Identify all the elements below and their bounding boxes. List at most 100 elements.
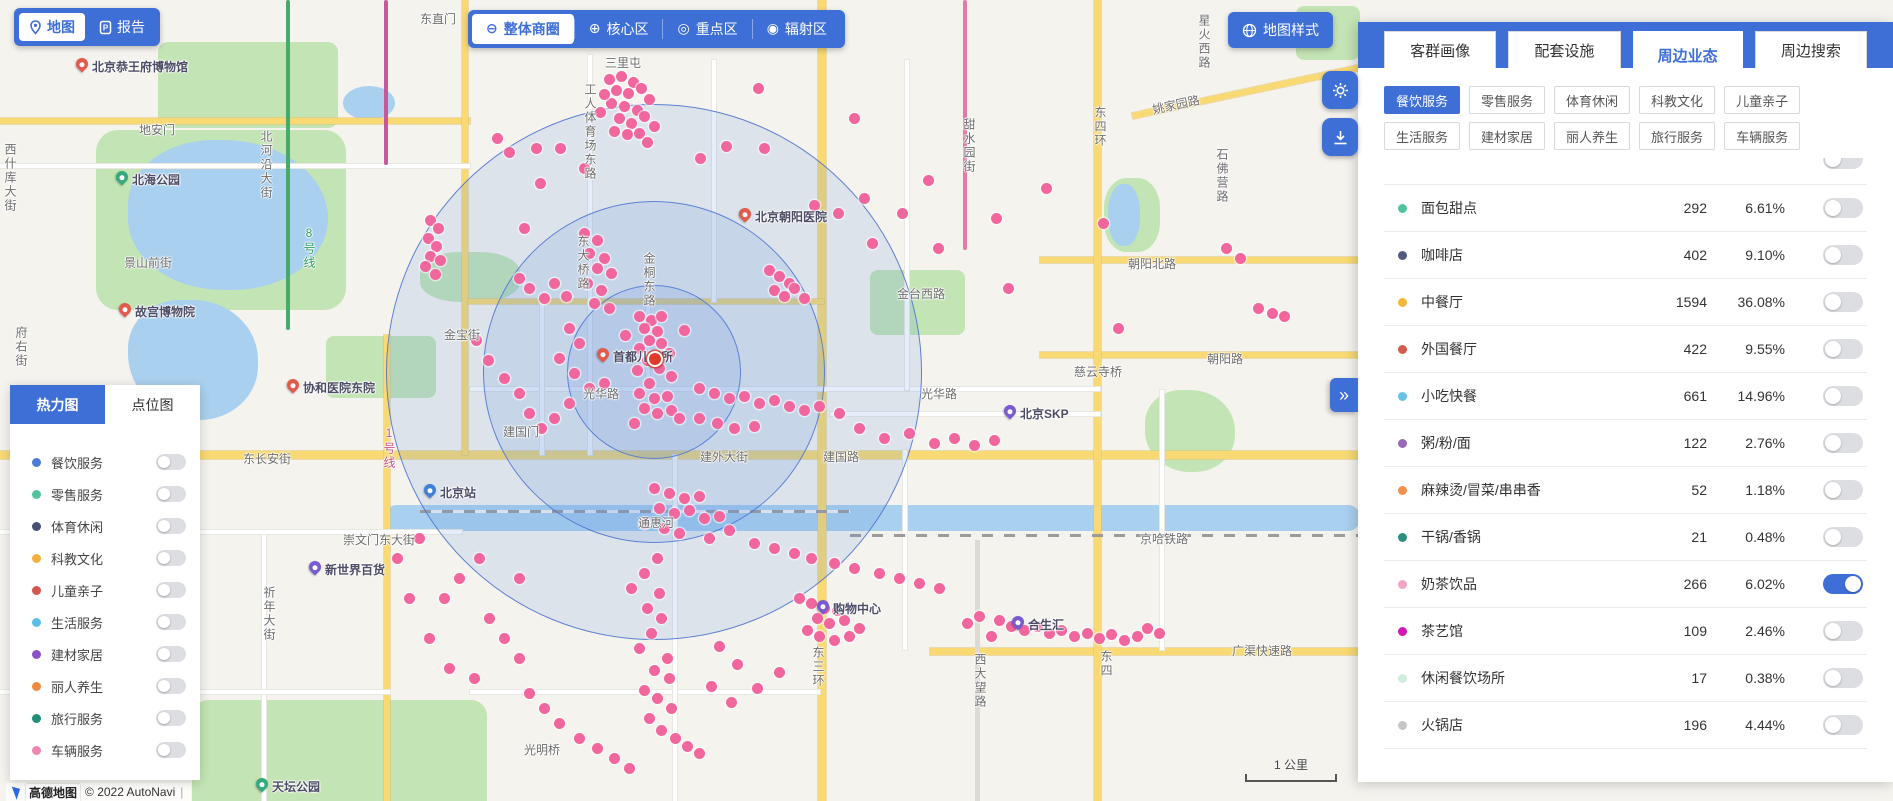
report-mode-button[interactable]: P 报告	[89, 13, 155, 41]
category-toggle[interactable]	[156, 582, 186, 598]
poi-dot	[1142, 623, 1153, 634]
poi-dot	[554, 718, 565, 729]
row-percentage: 6.61%	[1707, 200, 1785, 216]
poi-dot	[649, 483, 660, 494]
chip-餐饮服务[interactable]: 餐饮服务	[1384, 86, 1460, 114]
poi-dot	[504, 147, 515, 158]
map-label-姚家园路: 姚家园路	[1151, 91, 1202, 118]
poi-dot	[474, 553, 485, 564]
poi-dot	[699, 513, 710, 524]
poi-dot	[754, 398, 765, 409]
scrolled-row-partial-toggle[interactable]	[1823, 158, 1863, 169]
poi-dot	[1098, 218, 1109, 229]
metro-line-8	[286, 0, 290, 330]
analysis-tab-配套设施[interactable]: 配套设施	[1508, 31, 1620, 68]
poi-dot	[524, 688, 535, 699]
map-label-京哈铁路: 京哈铁路	[1140, 530, 1188, 547]
poi-dot	[564, 398, 575, 409]
chip-零售服务[interactable]: 零售服务	[1469, 86, 1545, 114]
chip-建材家居[interactable]: 建材家居	[1469, 122, 1545, 150]
poi-dot	[514, 653, 525, 664]
row-toggle[interactable]	[1823, 245, 1863, 265]
row-toggle[interactable]	[1823, 433, 1863, 453]
row-percentage: 0.38%	[1707, 670, 1785, 686]
poi-dot	[514, 388, 525, 399]
download-button[interactable]	[1322, 118, 1358, 156]
poi-dot	[814, 631, 825, 642]
analysis-tab-客群画像[interactable]: 客群画像	[1384, 31, 1496, 68]
row-label: 面包甜点	[1421, 198, 1649, 218]
row-toggle[interactable]	[1823, 715, 1863, 735]
panel-collapse-button[interactable]: »	[1330, 378, 1358, 412]
category-toggle[interactable]	[156, 518, 186, 534]
row-color-dot	[1398, 721, 1407, 730]
category-toggle[interactable]	[156, 486, 186, 502]
category-label: 车辆服务	[51, 741, 156, 760]
settings-button[interactable]	[1322, 71, 1358, 109]
category-toggle[interactable]	[156, 550, 186, 566]
chip-车辆服务[interactable]: 车辆服务	[1724, 122, 1800, 150]
category-toggle[interactable]	[156, 678, 186, 694]
amap-logo-icon	[12, 784, 23, 800]
row-toggle[interactable]	[1823, 574, 1863, 594]
road-changan-jianguo	[0, 451, 1360, 459]
poi-dot	[636, 83, 647, 94]
category-toggle[interactable]	[156, 454, 186, 470]
chip-科教文化[interactable]: 科教文化	[1639, 86, 1715, 114]
road-chaoyang	[1040, 352, 1360, 358]
map-label-东四环: 东四环	[1092, 106, 1109, 148]
region-tab-辐射区[interactable]: ◉辐射区	[753, 14, 841, 44]
heatmap-tab-点位图[interactable]: 点位图	[105, 385, 200, 424]
category-toggle[interactable]	[156, 614, 186, 630]
region-tab-重点区[interactable]: ◎重点区	[663, 14, 751, 44]
row-count: 422	[1649, 341, 1707, 357]
category-label: 科教文化	[51, 549, 156, 568]
row-toggle[interactable]	[1823, 527, 1863, 547]
row-toggle[interactable]	[1823, 621, 1863, 641]
chip-儿童亲子[interactable]: 儿童亲子	[1724, 86, 1800, 114]
row-toggle[interactable]	[1823, 386, 1863, 406]
poi-dot	[492, 133, 503, 144]
poi-dot	[392, 553, 403, 564]
analysis-tab-周边搜索[interactable]: 周边搜索	[1755, 31, 1867, 68]
row-toggle[interactable]	[1823, 292, 1863, 312]
report-file-icon: P	[99, 20, 112, 35]
poi-dot	[1253, 303, 1264, 314]
chip-旅行服务[interactable]: 旅行服务	[1639, 122, 1715, 150]
poi-dot	[934, 583, 945, 594]
category-chip-group: 餐饮服务零售服务体育休闲科教文化儿童亲子生活服务建材家居丽人养生旅行服务车辆服务	[1358, 68, 1893, 158]
row-toggle[interactable]	[1823, 339, 1863, 359]
poi-dot	[649, 121, 660, 132]
region-tab-核心区[interactable]: ⊕核心区	[575, 14, 663, 44]
poi-dot	[752, 683, 763, 694]
row-color-dot	[1398, 345, 1407, 354]
row-label: 咖啡店	[1421, 245, 1649, 265]
row-toggle[interactable]	[1823, 198, 1863, 218]
row-label: 外国餐厅	[1421, 339, 1649, 359]
poi-dot	[469, 673, 480, 684]
category-toggle[interactable]	[156, 742, 186, 758]
poi-dot	[974, 611, 985, 622]
row-color-dot	[1398, 439, 1407, 448]
heatmap-tab-热力图[interactable]: 热力图	[10, 385, 105, 424]
map-label-西什库大街: 西什库大街	[2, 143, 19, 213]
chip-生活服务[interactable]: 生活服务	[1384, 122, 1460, 150]
poi-dot	[814, 401, 825, 412]
poi-dot	[769, 543, 780, 554]
map-style-button[interactable]: 地图样式	[1228, 12, 1333, 48]
category-toggle[interactable]	[156, 710, 186, 726]
analysis-tab-bar: 客群画像配套设施周边业态周边搜索	[1358, 22, 1893, 68]
poi-dot	[629, 418, 640, 429]
river-tonghui	[385, 505, 1360, 531]
chip-丽人养生[interactable]: 丽人养生	[1554, 122, 1630, 150]
map-label-东长安街: 东长安街	[243, 450, 291, 467]
poi-dot	[712, 418, 723, 429]
category-toggle[interactable]	[156, 646, 186, 662]
analysis-tab-周边业态[interactable]: 周边业态	[1633, 31, 1743, 79]
map-mode-button[interactable]: 地图	[19, 13, 85, 41]
row-color-dot	[1398, 251, 1407, 260]
chip-体育休闲[interactable]: 体育休闲	[1554, 86, 1630, 114]
row-toggle[interactable]	[1823, 668, 1863, 688]
region-tab-整体商圈[interactable]: ⊖整体商圈	[472, 14, 574, 44]
row-toggle[interactable]	[1823, 480, 1863, 500]
